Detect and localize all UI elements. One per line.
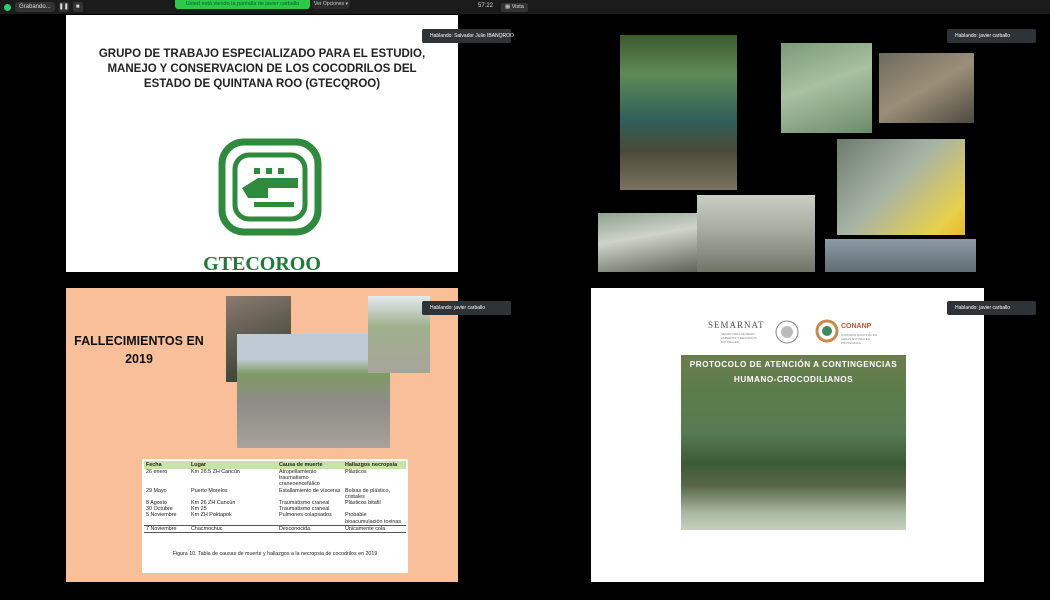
cell-fecha: 29 Mayo [146, 487, 167, 494]
table-caption: Figura 10. Tabla de causas de muerte y h… [172, 551, 378, 557]
cell-lugar: Km 26.5 ZH Cancún [191, 469, 240, 475]
semarnat-logo: SEMARNAT [708, 320, 765, 330]
pause-icon[interactable]: ❚❚ [58, 2, 69, 12]
meeting-toolbar: Grabando... ❚❚ ■ Usted está viendo la pa… [0, 0, 1050, 14]
view-label: Vista [511, 4, 524, 10]
recording-label[interactable]: Grabando... [15, 2, 55, 12]
shared-slide-photo-collage [591, 15, 984, 272]
view-options-button[interactable]: Ver Opciones ▾ [312, 0, 350, 9]
cell-hallazgos: Únicamente cola [343, 524, 406, 534]
field-team-photo [598, 213, 702, 272]
speaker-label: Hablando: javier carballo [947, 29, 1036, 43]
cell-causa: Pulmones colapsados [279, 512, 332, 519]
protocol-cover-image: PROTOCOLO DE ATENCIÓN A CONTINGENCIAS HU… [681, 355, 906, 530]
shared-slide-gtecqroo: GRUPO DE TRABAJO ESPECIALIZADO PARA EL E… [66, 15, 458, 272]
shared-slide-fallecimientos: FALLECIMIENTOS EN 2019 Fecha Lugar Causa… [66, 288, 458, 582]
cell-hallazgos: Probable bioacumulación toxinas [345, 512, 402, 525]
crocodile-measurement-photo [781, 43, 872, 133]
crocodile-head-photo [879, 53, 974, 123]
speaker-label: Hablando: Salvador Julio IBANQROO [422, 29, 514, 43]
meeting-clock: 57:22 [478, 3, 494, 9]
logo-wordmark: GTECOROO [203, 253, 321, 272]
cell-fecha: 5 Noviembre [146, 512, 177, 519]
stop-icon[interactable]: ■ [72, 2, 83, 12]
slide-title: FALLECIMIENTOS EN 2019 [74, 334, 204, 366]
conanp-logo: CONANP [841, 323, 872, 330]
protocol-title: PROTOCOLO DE ATENCIÓN A CONTINGENCIAS HU… [689, 360, 898, 384]
road-photo [697, 195, 815, 272]
cell-hallazgos: Plásticos [345, 469, 367, 475]
table-row: 7 Noviembre Chacmochuc Desconocida Única… [144, 524, 406, 534]
table-row: 29 Mayo Puerto Morelos Estallamiento de … [144, 488, 406, 500]
cell-causa: Estallamiento de vísceras [279, 487, 341, 494]
conanp-logo-icon [815, 319, 839, 343]
shared-slide-protocolo: SEMARNAT SECRETARÍA DE MEDIO AMBIENTE Y … [591, 288, 984, 582]
column-header: Hallazgos necropsia [343, 461, 406, 469]
view-options-label: Ver Opciones [314, 1, 345, 7]
table-row: 26 enero Km 26.5 ZH Cancún Atropellamien… [144, 469, 406, 488]
road-shoulder-photo [368, 296, 430, 373]
cell-lugar: Puerto Morelos [191, 487, 228, 494]
conanp-subtitle: COMISIÓN NACIONAL DE ÁREAS NATURALES PRO… [841, 333, 878, 345]
deaths-table: Fecha Lugar Causa de muerte Hallazgos ne… [142, 459, 408, 573]
crocodile-water-photo [825, 239, 976, 272]
cell-causa: Desconocida [277, 524, 343, 534]
mexico-seal-icon [775, 320, 799, 344]
gtecqroo-logo [218, 138, 322, 236]
view-button[interactable]: ▦ Vista [501, 3, 528, 12]
speaker-label: Hablando: javier carballo [422, 301, 511, 315]
cell-fecha: 7 Noviembre [144, 524, 189, 534]
shield-icon [4, 3, 11, 11]
cell-lugar: Chacmochuc [189, 524, 277, 534]
column-header: Causa de muerte [277, 461, 343, 469]
cell-hallazgos: Bolsas de plástico, cristales [345, 487, 390, 500]
screen-share-banner: Usted está viendo la pantalla de javier … [175, 0, 310, 9]
table-row: 5 Noviembre Km ZH Poktapok Pulmones cola… [144, 512, 406, 525]
cell-lugar: Km ZH Poktapok [191, 512, 232, 519]
column-header: Lugar [189, 461, 277, 469]
speaker-label: Hablando: javier carballo [947, 301, 1036, 315]
table-header-row: Fecha Lugar Causa de muerte Hallazgos ne… [144, 461, 406, 469]
column-header: Fecha [144, 461, 189, 469]
slide-title: GRUPO DE TRABAJO ESPECIALIZADO PARA EL E… [98, 48, 426, 90]
cell-fecha: 26 enero [146, 469, 168, 475]
crocodile-feeding-photo [837, 139, 965, 235]
semarnat-subtitle: SECRETARÍA DE MEDIO AMBIENTE Y RECURSOS … [721, 332, 757, 344]
cell-causa: Atropellamiento traumatismo craneoencefá… [279, 469, 320, 488]
recording-indicator: Grabando... ❚❚ ■ [4, 2, 83, 12]
crocodile-river-photo [620, 35, 737, 190]
